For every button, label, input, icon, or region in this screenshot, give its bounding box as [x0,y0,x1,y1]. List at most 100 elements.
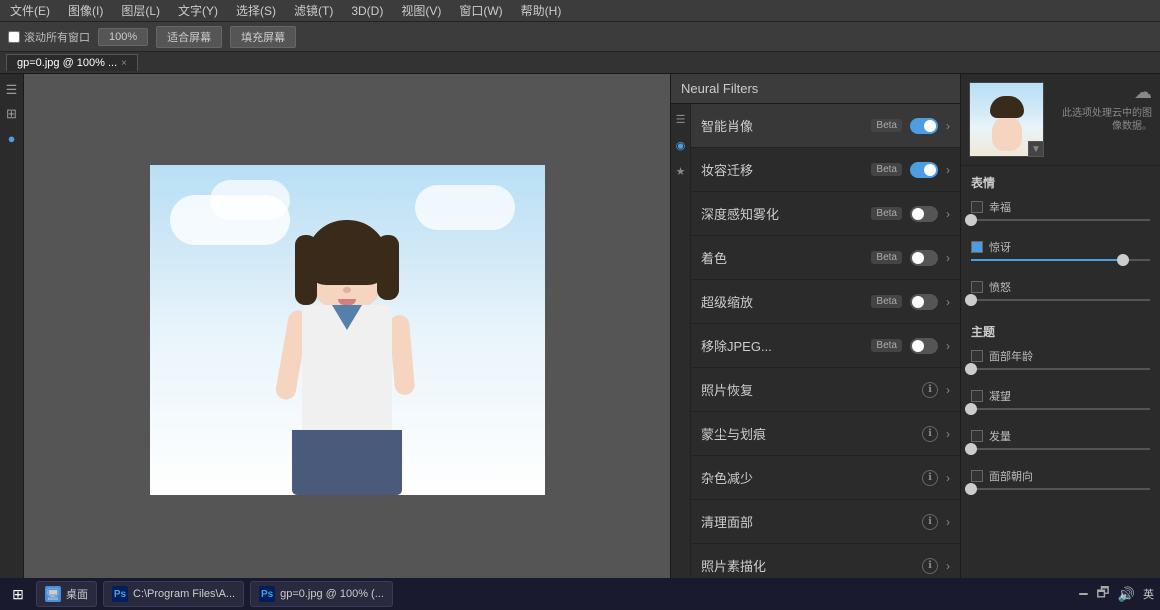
slider-track[interactable] [971,368,1150,370]
scroll-all-windows-checkbox[interactable] [8,31,20,43]
filter-expand-arrow[interactable]: › [946,515,950,529]
filter-item[interactable]: 照片恢复 ℹ › [691,368,960,412]
menu-layer[interactable]: 图层(L) [117,0,164,21]
toggle-knob [924,164,936,176]
zoom-level-btn[interactable]: 100% [98,28,148,46]
menu-window[interactable]: 窗口(W) [455,0,506,21]
filter-expand-arrow[interactable]: › [946,251,950,265]
sidebar-icon-star[interactable]: ★ [673,164,689,180]
slider-thumb[interactable] [965,214,977,226]
neural-panel-title: Neural Filters [681,81,758,96]
taskbar-minimize-icon[interactable]: 🗕 [1078,582,1088,606]
girl-skirt [292,430,402,495]
toolbar: 滚动所有窗口 100% 适合屏幕 填充屏幕 [0,22,1160,52]
filter-toggle[interactable] [910,118,938,134]
slider-thumb[interactable] [965,363,977,375]
menu-3d[interactable]: 3D(D) [347,2,387,20]
filter-info-icon[interactable]: ℹ [922,514,938,530]
menu-filter[interactable]: 滤镜(T) [290,0,337,21]
menu-select[interactable]: 选择(S) [232,0,280,21]
layers-icon[interactable]: ⊞ [2,104,22,124]
slider-track[interactable] [971,299,1150,301]
filter-item-name: 深度感知雾化 [701,204,863,223]
filter-expand-arrow[interactable]: › [946,207,950,221]
filter-item[interactable]: 妆容迁移Beta› [691,148,960,192]
filter-expand-arrow[interactable]: › [946,295,950,309]
filter-expand-arrow[interactable]: › [946,427,950,441]
expression-section: 表情 幸福惊讶愤怒 [961,166,1160,315]
filter-item[interactable]: 移除JPEG...Beta› [691,324,960,368]
fill-screen-btn[interactable]: 填充屏幕 [230,26,296,48]
slider-thumb[interactable] [965,403,977,415]
filter-item[interactable]: 清理面部ℹ› [691,500,960,544]
preview-dropdown-btn[interactable]: ▼ [1028,141,1044,157]
taskbar-ps-files[interactable]: Ps C:\Program Files\A... [103,581,244,607]
filter-expand-arrow[interactable]: › [946,559,950,573]
slider-thumb[interactable] [1117,254,1129,266]
menu-image[interactable]: 图像(I) [64,0,107,21]
slider-track[interactable] [971,448,1150,450]
filter-toggle[interactable] [910,162,938,178]
slider-thumb[interactable] [965,443,977,455]
fit-screen-btn[interactable]: 适合屏幕 [156,26,222,48]
menu-bar: 文件(E) 图像(I) 图层(L) 文字(Y) 选择(S) 滤镜(T) 3D(D… [0,0,1160,22]
filter-expand-arrow[interactable]: › [946,383,950,397]
filter-info-icon[interactable]: ℹ [922,382,938,398]
menu-file[interactable]: 文件(E) [6,0,54,21]
filter-expand-arrow[interactable]: › [946,339,950,353]
expression-title: 表情 [961,166,1160,195]
slider-track[interactable] [971,219,1150,221]
filter-toggle[interactable] [910,250,938,266]
slider-track[interactable] [971,259,1150,261]
slider-track[interactable] [971,408,1150,410]
filter-icon[interactable]: ☰ [2,80,22,100]
filter-toggle[interactable] [910,206,938,222]
slider-row: 凝望 [961,384,1160,424]
sidebar-icon-layers[interactable]: ◉ [673,138,689,154]
filter-item-name: 照片恢复 [701,380,914,399]
filter-item[interactable]: 着色Beta› [691,236,960,280]
tab-item[interactable]: gp=0.jpg @ 100% ... × [6,54,138,71]
canvas-area[interactable] [24,74,670,586]
taskbar-desktop[interactable]: 🖥 桌面 [36,581,97,607]
filter-item-name: 移除JPEG... [701,336,863,355]
sidebar-icon-filter[interactable]: ☰ [673,112,689,128]
slider-checkbox[interactable] [971,470,983,482]
filter-item[interactable]: 蒙尘与划痕ℹ› [691,412,960,456]
filter-item[interactable]: 超级缩放Beta› [691,280,960,324]
menu-view[interactable]: 视图(V) [397,0,445,21]
taskbar-ps-image[interactable]: Ps gp=0.jpg @ 100% (... [250,581,393,607]
cloud-shape-2 [210,180,290,220]
slider-thumb[interactable] [965,483,977,495]
filter-info-icon[interactable]: ℹ [922,558,938,574]
filter-info-icon[interactable]: ℹ [922,426,938,442]
active-tool-icon[interactable]: ● [2,128,22,148]
filter-expand-arrow[interactable]: › [946,119,950,133]
filter-item[interactable]: 杂色减少ℹ› [691,456,960,500]
filter-toggle[interactable] [910,294,938,310]
taskbar-volume-icon[interactable]: 🔊 [1118,586,1135,603]
taskbar-copy-icon[interactable]: 🗗 [1096,582,1109,606]
filter-expand-arrow[interactable]: › [946,471,950,485]
filter-item[interactable]: 智能肖像Beta› [691,104,960,148]
filter-info-icon[interactable]: ℹ [922,470,938,486]
filter-item-name: 智能肖像 [701,116,863,135]
slider-track[interactable] [971,488,1150,490]
slider-checkbox[interactable] [971,390,983,402]
cloud-area: ☁ 此选项处理云中的图像数据。 [1062,82,1152,133]
menu-help[interactable]: 帮助(H) [517,0,566,21]
subject-section: 主题 面部年龄凝望发量面部朝向 [961,315,1160,504]
slider-thumb[interactable] [965,294,977,306]
filter-expand-arrow[interactable]: › [946,163,950,177]
filter-toggle[interactable] [910,338,938,354]
slider-checkbox[interactable] [971,430,983,442]
slider-checkbox[interactable] [971,350,983,362]
start-button[interactable]: ⊞ [6,582,30,606]
slider-checkbox[interactable] [971,201,983,213]
tab-close-btn[interactable]: × [121,58,127,69]
menu-type[interactable]: 文字(Y) [174,0,222,21]
scroll-all-windows-label[interactable]: 滚动所有窗口 [8,29,90,45]
slider-checkbox[interactable] [971,241,983,253]
filter-item[interactable]: 深度感知雾化Beta› [691,192,960,236]
slider-checkbox[interactable] [971,281,983,293]
